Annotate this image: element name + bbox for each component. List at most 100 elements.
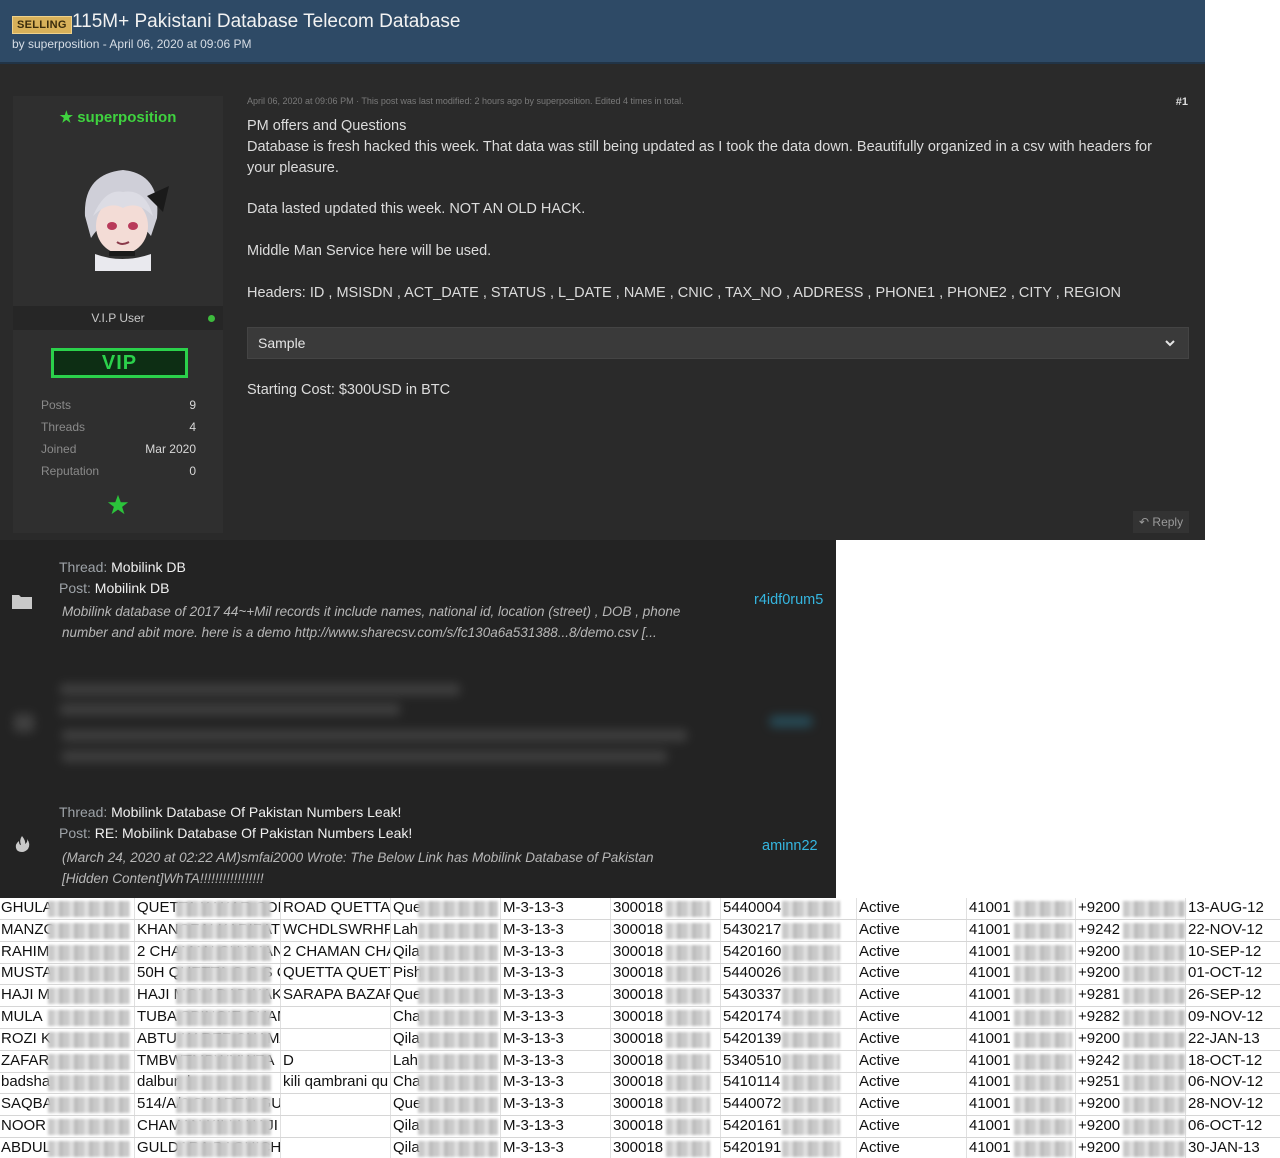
redaction-blur: [782, 922, 840, 939]
result-thread[interactable]: Thread: Mobilink Database Of Pakistan Nu…: [59, 804, 401, 820]
redaction-blur: [1014, 1075, 1072, 1092]
table-cell[interactable]: Active: [858, 1051, 966, 1073]
redaction-blur: [418, 922, 498, 939]
table-row[interactable]: MULATUBA SPINGIE CHAMChaM-3-13-330001854…: [0, 1007, 1280, 1029]
table-cell[interactable]: 18-OCT-12: [1187, 1051, 1280, 1073]
table-cell[interactable]: M-3-13-3: [502, 985, 610, 1007]
table-cell[interactable]: M-3-13-3: [502, 1051, 610, 1073]
table-cell[interactable]: Active: [858, 942, 966, 964]
table-cell[interactable]: [282, 1029, 390, 1051]
post-number-link[interactable]: #1: [1176, 96, 1188, 108]
redaction-blur: [176, 966, 271, 983]
redaction-blur: [418, 1010, 498, 1026]
redaction-blur: [48, 922, 130, 939]
table-row[interactable]: ABDULGULDARA BAGHICHAQilaM-3-13-33000185…: [0, 1138, 1280, 1158]
result-username-link[interactable]: aminn22: [762, 838, 818, 854]
table-cell[interactable]: M-3-13-3: [502, 898, 610, 920]
result-username-link[interactable]: r4idf0rum5: [754, 592, 823, 608]
redaction-blur: [48, 988, 130, 1005]
table-cell[interactable]: M-3-13-3: [502, 963, 610, 985]
table-row[interactable]: GHULAQUETTA KAKAR COLROAD QUETTAQueM-3-1…: [0, 898, 1280, 920]
redaction-blur: [1014, 1097, 1072, 1114]
table-row[interactable]: MUSTA50H QUETTA C G S CQUETTA QUETTPishM…: [0, 963, 1280, 986]
redaction-blur: [1014, 922, 1072, 939]
table-cell[interactable]: Active: [858, 1116, 966, 1138]
table-cell[interactable]: 01-OCT-12: [1187, 963, 1280, 985]
redaction-blur: [418, 1053, 498, 1070]
table-cell[interactable]: 22-JAN-13: [1187, 1029, 1280, 1051]
table-cell[interactable]: 13-AUG-12: [1187, 898, 1280, 920]
table-cell[interactable]: Active: [858, 1138, 966, 1158]
reply-button[interactable]: ↶ Reply: [1133, 511, 1189, 533]
table-cell[interactable]: Active: [858, 898, 966, 920]
table-cell[interactable]: 30-JAN-13: [1187, 1138, 1280, 1158]
thread-title[interactable]: 115M+ Pakistani Database Telecom Databas…: [72, 11, 461, 33]
result-post-link[interactable]: RE: Mobilink Database Of Pakistan Number…: [95, 825, 412, 841]
table-cell[interactable]: [282, 1116, 390, 1138]
table-cell[interactable]: 09-NOV-12: [1187, 1007, 1280, 1029]
selling-badge: SELLING: [12, 16, 72, 34]
redaction-blur: [1123, 1075, 1185, 1092]
table-cell[interactable]: [282, 1094, 390, 1116]
table-cell[interactable]: M-3-13-3: [502, 1029, 610, 1051]
table-cell[interactable]: M-3-13-3: [502, 1138, 610, 1158]
redaction-blur: [1014, 1053, 1072, 1070]
redaction-blur: [782, 1031, 840, 1048]
table-row[interactable]: HAJI MHAJI MOLADAD KAKSARAPA BAZARQueM-3…: [0, 985, 1280, 1008]
table-row[interactable]: ZAFARTMBWTMBWMWZADLahM-3-13-330001853405…: [0, 1051, 1280, 1073]
table-cell[interactable]: D: [282, 1051, 390, 1073]
table-cell[interactable]: Active: [858, 963, 966, 985]
result-post[interactable]: Post: RE: Mobilink Database Of Pakistan …: [59, 825, 412, 841]
table-cell[interactable]: 26-SEP-12: [1187, 985, 1280, 1007]
table-cell[interactable]: QUETTA QUETT: [282, 963, 390, 985]
table-row[interactable]: ROZI KABTU KAREZ CHAMAQilaM-3-13-3300018…: [0, 1029, 1280, 1051]
table-cell[interactable]: 22-NOV-12: [1187, 920, 1280, 942]
table-cell[interactable]: M-3-13-3: [502, 1094, 610, 1116]
table-cell[interactable]: 10-SEP-12: [1187, 942, 1280, 964]
table-cell[interactable]: M-3-13-3: [502, 1116, 610, 1138]
table-cell[interactable]: M-3-13-3: [502, 920, 610, 942]
table-cell[interactable]: M-3-13-3: [502, 1007, 610, 1029]
sample-spoiler-toggle[interactable]: Sample: [247, 327, 1189, 359]
result-post[interactable]: Post: Mobilink DB: [59, 580, 170, 596]
post-text-line: Database is fresh hacked this week. That…: [247, 139, 1152, 155]
table-cell[interactable]: 06-OCT-12: [1187, 1116, 1280, 1138]
redaction-blur: [1014, 944, 1072, 961]
table-cell[interactable]: SARAPA BAZAR: [282, 985, 390, 1007]
table-cell[interactable]: Active: [858, 1072, 966, 1094]
table-row[interactable]: RAHIM2 CHAMAN CHAMAN2 CHAMAN CHAQilaM-3-…: [0, 942, 1280, 964]
table-cell[interactable]: 2 CHAMAN CHA: [282, 942, 390, 964]
table-row[interactable]: badshadalbundeenkili qambrani quChaM-3-1…: [0, 1072, 1280, 1095]
result-thread-link[interactable]: Mobilink DB: [111, 559, 186, 575]
redaction-blur: [666, 1010, 710, 1026]
table-cell[interactable]: M-3-13-3: [502, 942, 610, 964]
table-cell[interactable]: Active: [858, 1029, 966, 1051]
table-cell[interactable]: kili qambrani qu: [282, 1072, 390, 1094]
table-cell[interactable]: M-3-13-3: [502, 1072, 610, 1094]
table-cell[interactable]: [282, 1138, 390, 1158]
username-link[interactable]: ★ superposition: [13, 108, 223, 126]
redaction-blur: [48, 1031, 130, 1048]
result-post-link[interactable]: Mobilink DB: [95, 580, 170, 596]
table-cell[interactable]: [282, 1007, 390, 1029]
table-cell[interactable]: 28-NOV-12: [1187, 1094, 1280, 1116]
table-row[interactable]: MANZOKHANOZAI KARIZAT IWCHDLSWRHP:LahM-3…: [0, 920, 1280, 942]
result-snippet: (March 24, 2020 at 02:22 AM)smfai2000 Wr…: [62, 850, 654, 886]
post-text-line: PM offers and Questions: [247, 118, 407, 134]
data-sample-spreadsheet: GHULAQUETTA KAKAR COLROAD QUETTAQueM-3-1…: [0, 898, 1280, 1158]
table-cell[interactable]: 06-NOV-12: [1187, 1072, 1280, 1094]
redaction-blur: [176, 1097, 271, 1114]
table-cell[interactable]: WCHDLSWRHP:: [282, 920, 390, 942]
user-avatar[interactable]: [65, 156, 175, 271]
table-row[interactable]: NOORCHAMAN KILLI HAJI IQilaM-3-13-330001…: [0, 1116, 1280, 1138]
redaction-blur: [176, 922, 271, 939]
table-cell[interactable]: Active: [858, 1007, 966, 1029]
table-cell[interactable]: Active: [858, 1094, 966, 1116]
redaction-blur: [666, 1031, 710, 1048]
result-thread[interactable]: Thread: Mobilink DB: [59, 559, 186, 575]
table-cell[interactable]: ROAD QUETTA: [282, 898, 390, 920]
table-row[interactable]: SAQBA514/A/6 SHAREH GUQueM-3-13-33000185…: [0, 1094, 1280, 1117]
result-thread-link[interactable]: Mobilink Database Of Pakistan Numbers Le…: [111, 804, 401, 820]
table-cell[interactable]: Active: [858, 985, 966, 1007]
table-cell[interactable]: Active: [858, 920, 966, 942]
